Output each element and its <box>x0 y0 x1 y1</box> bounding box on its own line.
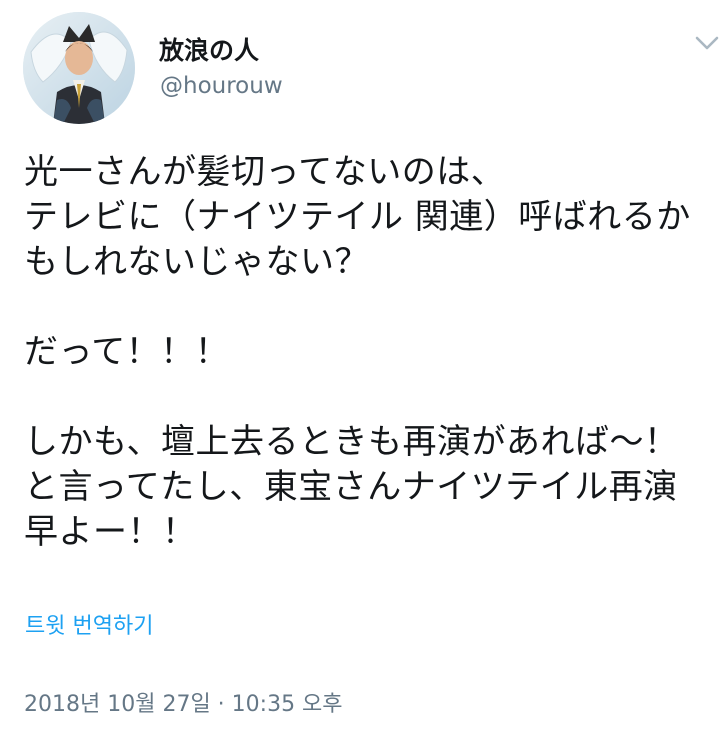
tweet-timestamp[interactable]: 2018년 10월 27일 · 10:35 오후 <box>24 690 343 720</box>
profile-photo-icon <box>23 12 135 124</box>
translate-tweet-link[interactable]: 트윗 번역하기 <box>25 612 153 642</box>
user-handle[interactable]: @hourouw <box>160 71 283 101</box>
chevron-down-icon[interactable] <box>694 34 720 52</box>
tweet-text: 光一さんが髪切ってないのは、 テレビに（ナイツテイル 関連）呼ばれるか もしれな… <box>24 152 691 552</box>
display-name[interactable]: 放浪の人 <box>159 35 259 67</box>
avatar[interactable] <box>23 12 135 124</box>
tweet-card: 放浪の人 @hourouw 光一さんが髪切ってないのは、 テレビに（ナイツテイル… <box>0 0 720 730</box>
